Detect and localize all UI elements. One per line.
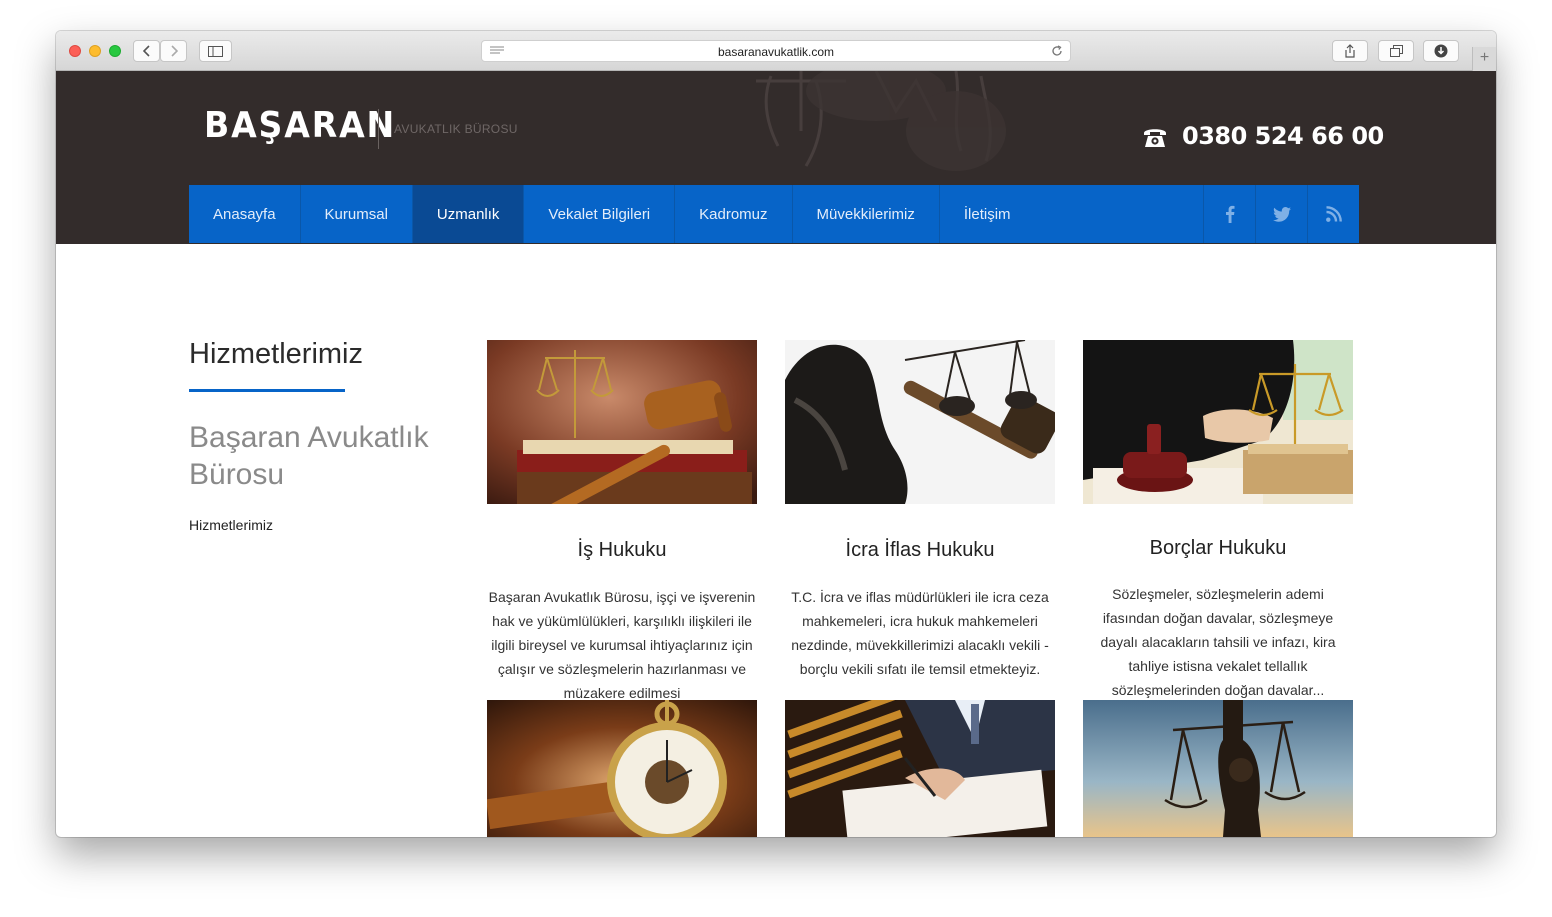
card-title-icra-iflas[interactable]: İcra İflas Hukuku	[785, 539, 1055, 562]
address-bar[interactable]: basaranavukatlik.com	[481, 40, 1071, 62]
is-hukuku-image[interactable]	[487, 340, 757, 504]
minimize-window-button[interactable]	[89, 45, 101, 57]
title-underline	[189, 389, 345, 392]
nav-item-vekalet-bilgileri[interactable]: Vekalet Bilgileri	[524, 185, 676, 243]
url-text: basaranavukatlik.com	[717, 45, 835, 59]
nav-item-kadromuz[interactable]: Kadromuz	[675, 185, 793, 243]
nav-item-iletisim[interactable]: İletişim	[940, 185, 1035, 243]
screen: basaranavukatlik.com + BAŞARAN AVUKATLIK…	[0, 0, 1552, 917]
judge-scales-image	[1083, 340, 1353, 504]
facebook-link[interactable]	[1203, 185, 1255, 243]
nav-item-kurumsal[interactable]: Kurumsal	[301, 185, 413, 243]
downloads-button[interactable]	[1423, 40, 1459, 62]
sidebar-icon	[208, 45, 223, 57]
card-text-icra-iflas: T.C. İcra ve iflas müdürlükleri ile icra…	[791, 589, 1049, 677]
nav-item-anasayfa[interactable]: Anasayfa	[189, 185, 301, 243]
sidebar-title: Hizmetlerimiz	[189, 338, 363, 370]
firm-name: Başaran Avukatlık Bürosu	[189, 421, 429, 491]
card-title-borclar-hukuku[interactable]: Borçlar Hukuku	[1083, 537, 1353, 560]
reload-icon[interactable]	[1051, 45, 1063, 57]
back-button[interactable]	[133, 40, 160, 62]
twitter-link[interactable]	[1255, 185, 1307, 243]
chevron-left-icon	[142, 45, 150, 57]
justice-statue-image[interactable]	[1083, 700, 1353, 837]
sidebar-link-hizmetlerimiz[interactable]: Hizmetlerimiz	[189, 517, 273, 533]
chevron-right-icon	[170, 45, 178, 57]
icra-iflas-image[interactable]	[785, 340, 1055, 504]
pocket-watch-picture	[487, 700, 757, 837]
phone-icon	[1144, 129, 1166, 147]
share-icon	[1345, 44, 1355, 58]
site-tagline: AVUKATLIK BÜROSU	[394, 122, 518, 136]
tabs-button[interactable]	[1378, 40, 1414, 62]
card-text-borclar-hukuku: Sözleşmeler, sözleşmelerin ademi ifasınd…	[1100, 586, 1336, 698]
signing-picture	[785, 700, 1055, 837]
site-logo[interactable]: BAŞARAN	[204, 105, 396, 146]
sidebar-toggle-button[interactable]	[199, 40, 232, 62]
signing-documents-image[interactable]	[785, 700, 1055, 837]
browser-toolbar: basaranavukatlik.com +	[56, 31, 1496, 71]
logo-divider	[378, 109, 379, 149]
facebook-icon	[1225, 205, 1234, 223]
site-header: BAŞARAN AVUKATLIK BÜROSU 0380 524 66 00 …	[56, 71, 1496, 244]
phone-number[interactable]: 0380 524 66 00	[1182, 122, 1384, 150]
share-button[interactable]	[1332, 40, 1368, 62]
nav-item-muvekkilerimiz[interactable]: Müvekkilerimiz	[793, 185, 940, 243]
tabs-icon	[1389, 45, 1403, 57]
lady-justice-image	[785, 340, 1055, 504]
justice-statue-picture	[1083, 700, 1353, 837]
nav-item-uzmanlik[interactable]: Uzmanlık	[412, 185, 525, 243]
new-tab-button[interactable]: +	[1472, 47, 1496, 71]
close-window-button[interactable]	[69, 45, 81, 57]
twitter-icon	[1272, 206, 1291, 222]
main-nav: Anasayfa Kurumsal Uzmanlık Vekalet Bilgi…	[189, 185, 1359, 243]
borclar-hukuku-image[interactable]	[1083, 340, 1353, 504]
gavel-scales-image	[487, 340, 757, 504]
forward-button[interactable]	[160, 40, 187, 62]
rss-icon	[1325, 206, 1342, 222]
pocket-watch-image[interactable]	[487, 700, 757, 837]
rss-link[interactable]	[1307, 185, 1359, 243]
card-text-is-hukuku: Başaran Avukatlık Bürosu, işçi ve işvere…	[488, 589, 756, 701]
browser-window: basaranavukatlik.com + BAŞARAN AVUKATLIK…	[56, 31, 1496, 837]
zoom-window-button[interactable]	[109, 45, 121, 57]
card-title-is-hukuku[interactable]: İş Hukuku	[487, 539, 757, 562]
download-icon	[1434, 44, 1448, 58]
